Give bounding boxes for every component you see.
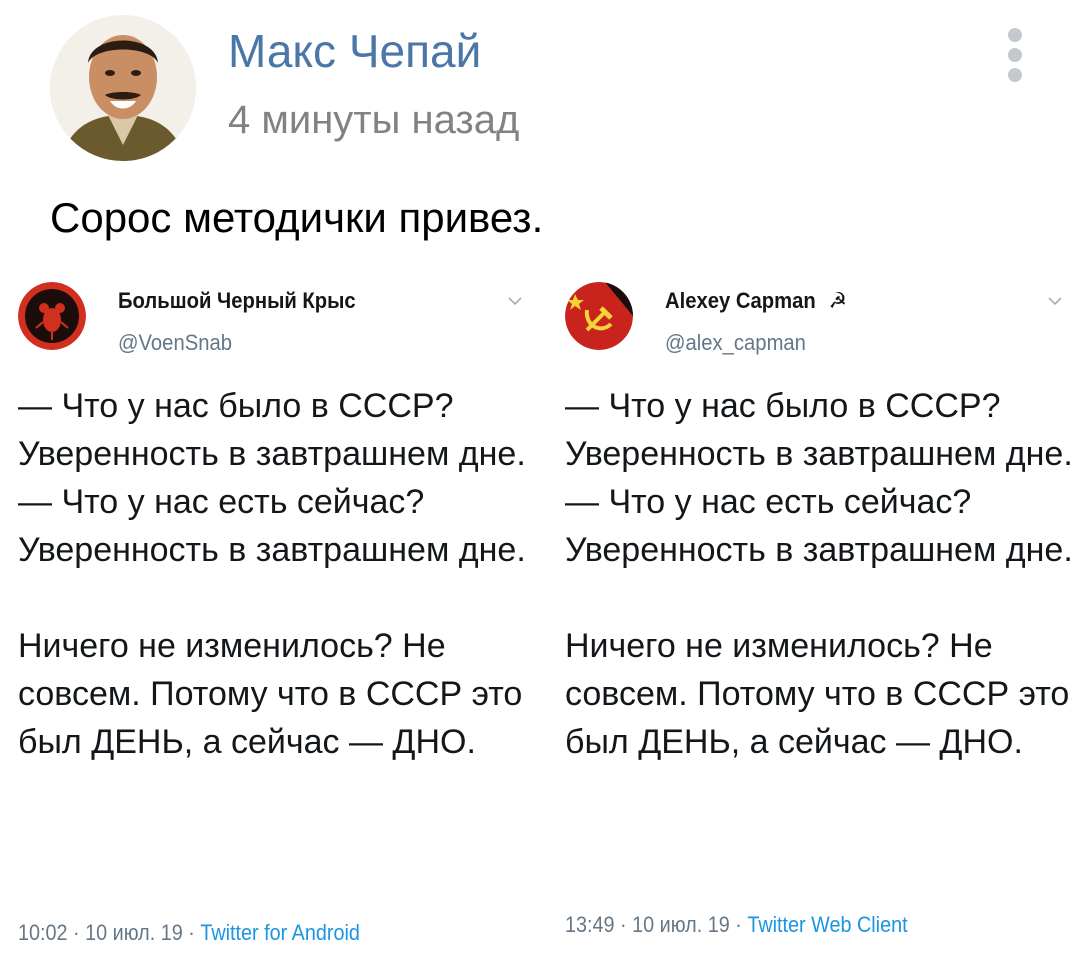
tweet-author-handle[interactable]: @VoenSnab bbox=[118, 330, 232, 356]
rat-logo-avatar-icon bbox=[18, 282, 86, 350]
tweet-card: Alexey Capman ☭ @alex_capman — Что у нас… bbox=[565, 272, 1073, 972]
tweet-footer: 10:02 · 10 июл. 19 · Twitter for Android bbox=[18, 920, 360, 946]
hammer-sickle-avatar-icon bbox=[565, 282, 633, 350]
tweet-author-handle[interactable]: @alex_capman bbox=[665, 330, 806, 356]
post-time[interactable]: 4 минуты назад bbox=[228, 98, 519, 142]
tweet-timestamp: 10:02 · 10 июл. 19 · bbox=[18, 920, 201, 945]
tweet-author-name[interactable]: Большой Черный Крыс bbox=[118, 288, 356, 314]
tweet-author-name[interactable]: Alexey Capman ☭ bbox=[665, 288, 847, 314]
tweet-client-link[interactable]: Twitter Web Client bbox=[747, 912, 907, 937]
chevron-down-icon[interactable] bbox=[1048, 296, 1062, 306]
chevron-down-icon[interactable] bbox=[508, 296, 522, 306]
tweet-timestamp: 13:49 · 10 июл. 19 · bbox=[565, 912, 748, 937]
vertical-dots-icon[interactable] bbox=[1000, 28, 1030, 84]
tweet-client-link[interactable]: Twitter for Android bbox=[200, 920, 360, 945]
tweet-footer: 13:49 · 10 июл. 19 · Twitter Web Client bbox=[565, 912, 908, 938]
post-text: Сорос методички привез. bbox=[50, 194, 544, 241]
author-avatar[interactable] bbox=[50, 15, 196, 161]
tweet-text: — Что у нас было в СССР? Уверенность в з… bbox=[565, 387, 1073, 761]
post-header: Макс Чепай 4 минуты назад bbox=[0, 0, 1080, 180]
tweet-author-name-text: Alexey Capman bbox=[665, 288, 816, 313]
author-name[interactable]: Макс Чепай bbox=[228, 26, 481, 77]
avatar-portrait-icon bbox=[50, 15, 196, 161]
tweet-text: — Что у нас было в СССР? Уверенность в з… bbox=[18, 387, 526, 761]
tweet-card: Большой Черный Крыс @VoenSnab — Что у на… bbox=[18, 272, 526, 972]
hammer-sickle-icon: ☭ bbox=[828, 288, 847, 313]
